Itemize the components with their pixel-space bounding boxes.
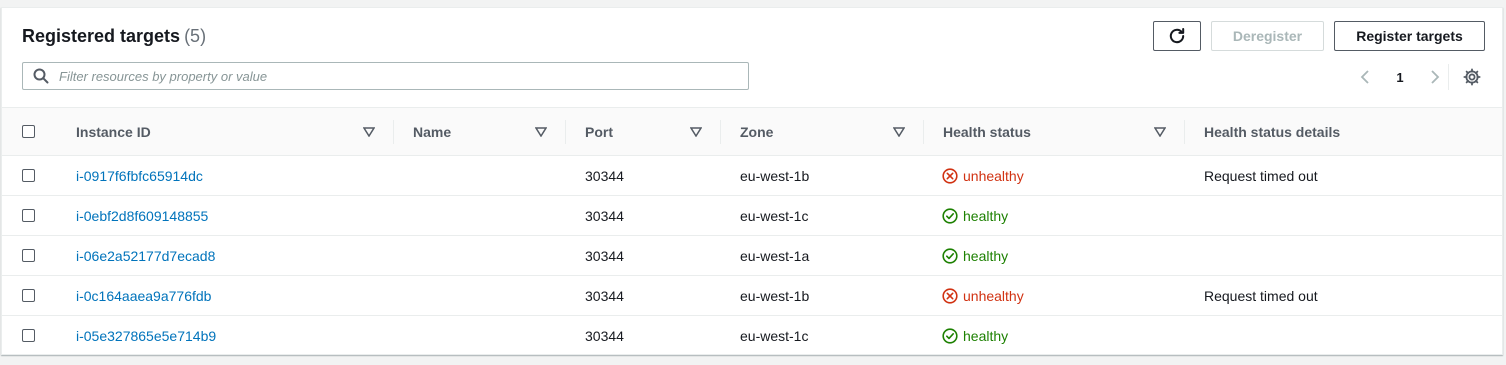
zone-cell: eu-west-1a [740, 248, 810, 264]
search-input[interactable]: Filter resources by property or value [22, 62, 749, 90]
target-count: (5) [184, 26, 207, 46]
panel-title-text: Registered targets [22, 26, 181, 46]
row-checkbox[interactable] [22, 329, 35, 342]
health-status: healthy [942, 196, 1008, 236]
health-status-label: unhealthy [963, 168, 1024, 184]
column-divider[interactable] [565, 120, 566, 144]
register-targets-button[interactable]: Register targets [1334, 21, 1485, 51]
health-status: unhealthy [942, 276, 1024, 316]
column-divider[interactable] [393, 120, 394, 144]
chevron-left-icon[interactable] [1360, 69, 1370, 85]
x-circle-icon [942, 288, 958, 304]
row-checkbox[interactable] [22, 209, 35, 222]
check-circle-icon [942, 248, 958, 264]
instance-id-link[interactable]: i-05e327865e5e714b9 [76, 316, 216, 356]
port-cell: 30344 [585, 168, 624, 184]
sort-caret-icon[interactable] [893, 127, 905, 137]
instance-id-link[interactable]: i-06e2a52177d7ecad8 [76, 236, 215, 276]
port-cell: 30344 [585, 248, 624, 264]
table-row[interactable]: i-0917f6fbfc65914dc 30344 eu-west-1b unh… [2, 156, 1502, 196]
instance-id-link[interactable]: i-0ebf2d8f609148855 [76, 196, 208, 236]
table-body: i-0917f6fbfc65914dc 30344 eu-west-1b unh… [2, 156, 1502, 356]
deregister-button[interactable]: Deregister [1211, 21, 1324, 51]
column-label: Instance ID [76, 123, 151, 140]
sort-caret-icon[interactable] [535, 127, 547, 137]
port-cell: 30344 [585, 328, 624, 344]
table-row[interactable]: i-05e327865e5e714b9 30344 eu-west-1c hea… [2, 316, 1502, 356]
search-placeholder: Filter resources by property or value [59, 68, 268, 84]
instance-id-link[interactable]: i-0917f6fbfc65914dc [76, 156, 203, 196]
column-header-health-status[interactable]: Health status [943, 108, 1143, 155]
table-row[interactable]: i-0ebf2d8f609148855 30344 eu-west-1c hea… [2, 196, 1502, 236]
row-checkbox[interactable] [22, 289, 35, 302]
column-header-port[interactable]: Port [585, 108, 705, 155]
row-checkbox[interactable] [22, 249, 35, 262]
column-header-zone[interactable]: Zone [740, 108, 900, 155]
table-header: Instance ID Name Port Zone Health status… [2, 107, 1502, 156]
chevron-right-icon[interactable] [1430, 69, 1440, 85]
health-status-label: healthy [963, 328, 1009, 344]
health-status-label: healthy [963, 208, 1009, 224]
column-label: Port [585, 123, 613, 140]
row-checkbox[interactable] [22, 169, 35, 182]
health-status: healthy [942, 316, 1008, 356]
column-divider[interactable] [923, 120, 924, 144]
sort-caret-icon[interactable] [1154, 127, 1166, 137]
instance-id-link[interactable]: i-0c164aaea9a776fdb [76, 276, 211, 316]
panel-header: Registered targets (5) Deregister Registe… [2, 8, 1502, 107]
check-circle-icon [942, 208, 958, 224]
port-cell: 30344 [585, 288, 624, 304]
table-row[interactable]: i-0c164aaea9a776fdb 30344 eu-west-1b unh… [2, 276, 1502, 316]
health-status: healthy [942, 236, 1008, 276]
column-divider[interactable] [720, 120, 721, 144]
column-label: Health status [943, 123, 1031, 140]
zone-cell: eu-west-1b [740, 288, 810, 304]
sort-caret-icon[interactable] [363, 127, 375, 137]
column-divider[interactable] [1184, 120, 1185, 144]
health-status-label: unhealthy [963, 288, 1024, 304]
refresh-icon [1169, 28, 1185, 44]
gear-icon[interactable] [1463, 68, 1481, 86]
search-icon [33, 68, 49, 84]
registered-targets-panel: Registered targets (5) Deregister Registe… [1, 7, 1503, 355]
table-row[interactable]: i-06e2a52177d7ecad8 30344 eu-west-1a hea… [2, 236, 1502, 276]
sort-caret-icon[interactable] [690, 127, 702, 137]
current-page[interactable]: 1 [1396, 70, 1403, 85]
health-status-label: healthy [963, 248, 1009, 264]
zone-cell: eu-west-1b [740, 168, 810, 184]
column-label: Zone [740, 123, 774, 140]
column-label: Name [413, 123, 452, 140]
pager-divider [1448, 64, 1449, 90]
column-label: Health status details [1204, 123, 1341, 140]
zone-cell: eu-west-1c [740, 328, 809, 344]
zone-cell: eu-west-1c [740, 208, 809, 224]
port-cell: 30344 [585, 208, 624, 224]
refresh-button[interactable] [1153, 21, 1201, 51]
health-details-cell: Request timed out [1204, 288, 1318, 304]
check-circle-icon [942, 328, 958, 344]
pagination: 1 [1360, 68, 1440, 86]
column-header-name[interactable]: Name [413, 108, 553, 155]
health-status: unhealthy [942, 156, 1024, 196]
panel-title: Registered targets (5) [22, 26, 206, 47]
select-all-checkbox[interactable] [22, 125, 35, 138]
health-details-cell: Request timed out [1204, 168, 1318, 184]
x-circle-icon [942, 168, 958, 184]
column-header-health-status-details[interactable]: Health status details [1204, 108, 1454, 155]
column-header-instance-id[interactable]: Instance ID [76, 108, 376, 155]
